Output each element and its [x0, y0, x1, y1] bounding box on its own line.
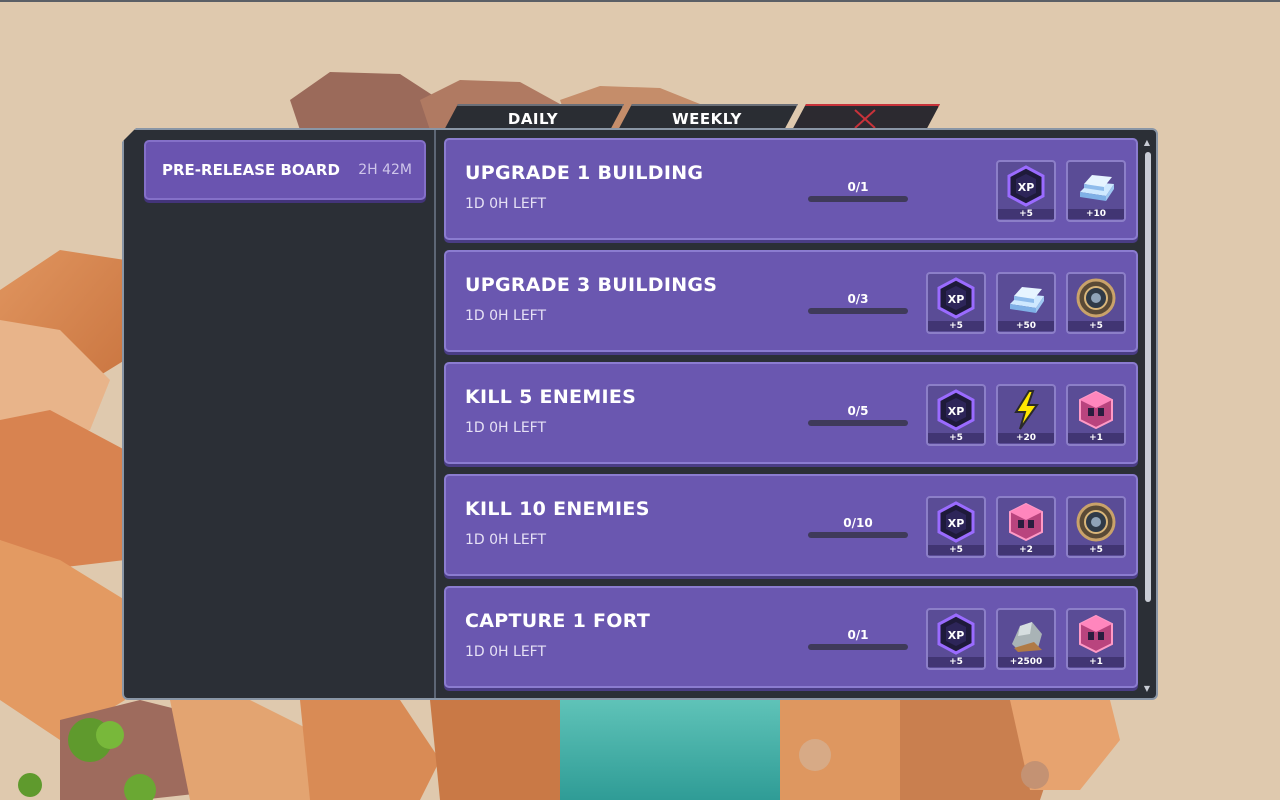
reward-amount: +2 [998, 545, 1054, 555]
reward-item[interactable]: XP +5 [926, 384, 986, 446]
quest-rewards: XP +5 +50 +5 [926, 272, 1126, 334]
reward-item[interactable]: +10 [1066, 160, 1126, 222]
reward-item[interactable]: +1 [1066, 384, 1126, 446]
scroll-down-icon[interactable]: ▼ [1142, 684, 1152, 694]
reward-item[interactable]: +5 [1066, 272, 1126, 334]
quest-rewards: XP +5 +10 [996, 160, 1126, 222]
svg-text:XP: XP [948, 517, 965, 530]
reward-amount: +50 [998, 321, 1054, 331]
board-time-left: 2H 42M [358, 162, 412, 178]
board-item-pre-release[interactable]: PRE-RELEASE BOARD 2H 42M [144, 140, 426, 200]
reward-item[interactable]: +50 [996, 272, 1056, 334]
reward-item[interactable]: XP +5 [926, 608, 986, 670]
reward-amount: +5 [1068, 545, 1124, 555]
reward-item[interactable]: XP +5 [996, 160, 1056, 222]
reward-item[interactable]: XP +5 [926, 496, 986, 558]
quest-window: PRE-RELEASE BOARD 2H 42M UPGRADE 1 BUILD… [122, 128, 1158, 700]
scrollbar[interactable]: ▲ ▼ [1142, 138, 1152, 694]
quest-rewards: XP +5 +2500 +1 [926, 608, 1126, 670]
quest-progress-label: 0/1 [847, 180, 869, 194]
quest-progress-bar [808, 532, 908, 538]
quest-progress-bar [808, 420, 908, 426]
quest-title: UPGRADE 3 BUILDINGS [465, 274, 718, 296]
quest-title: CAPTURE 1 FORT [465, 610, 651, 632]
svg-text:XP: XP [1018, 181, 1035, 194]
reward-amount: +20 [998, 433, 1054, 443]
reward-item[interactable]: XP +5 [926, 272, 986, 334]
svg-text:XP: XP [948, 293, 965, 306]
close-icon [852, 107, 878, 131]
reward-amount: +5 [928, 657, 984, 667]
quest-title: KILL 5 ENEMIES [465, 386, 637, 408]
quest-progress-label: 0/1 [847, 628, 869, 642]
reward-amount: +5 [998, 209, 1054, 219]
quest-time-left: 1D 0H LEFT [465, 420, 547, 436]
quest-rewards: XP +5 +2 +5 [926, 496, 1126, 558]
reward-amount: +1 [1068, 433, 1124, 443]
quest-card[interactable]: UPGRADE 1 BUILDING 1D 0H LEFT 0/1 XP +5 +10 [444, 138, 1138, 240]
board-name: PRE-RELEASE BOARD [162, 161, 340, 179]
quest-progress-label: 0/5 [847, 404, 869, 418]
quest-card[interactable]: UPGRADE 3 BUILDINGS 1D 0H LEFT 0/3 XP +5 +50 +… [444, 250, 1138, 352]
quest-time-left: 1D 0H LEFT [465, 308, 547, 324]
quest-progress-label: 0/10 [843, 516, 873, 530]
quest-card[interactable]: KILL 10 ENEMIES 1D 0H LEFT 0/10 XP +5 +2 +5 [444, 474, 1138, 576]
scroll-thumb[interactable] [1145, 152, 1151, 602]
quest-card[interactable]: CAPTURE 1 FORT 1D 0H LEFT 0/1 XP +5 +2500 +1 [444, 586, 1138, 688]
quest-time-left: 1D 0H LEFT [465, 644, 547, 660]
quest-title: UPGRADE 1 BUILDING [465, 162, 704, 184]
quest-progress-bar [808, 308, 908, 314]
quest-progress-bar [808, 196, 908, 202]
reward-item[interactable]: +2500 [996, 608, 1056, 670]
reward-item[interactable]: +20 [996, 384, 1056, 446]
reward-amount: +1 [1068, 657, 1124, 667]
reward-amount: +5 [928, 321, 984, 331]
reward-item[interactable]: +2 [996, 496, 1056, 558]
svg-text:XP: XP [948, 405, 965, 418]
reward-item[interactable]: +5 [1066, 496, 1126, 558]
svg-text:XP: XP [948, 629, 965, 642]
reward-amount: +5 [928, 433, 984, 443]
quest-time-left: 1D 0H LEFT [465, 196, 547, 212]
reward-amount: +5 [1068, 321, 1124, 331]
reward-amount: +2500 [998, 657, 1054, 667]
reward-amount: +10 [1068, 209, 1124, 219]
reward-item[interactable]: +1 [1066, 608, 1126, 670]
quest-card[interactable]: KILL 5 ENEMIES 1D 0H LEFT 0/5 XP +5 +20 +1 [444, 362, 1138, 464]
quest-list: UPGRADE 1 BUILDING 1D 0H LEFT 0/1 XP +5 +10 UP… [444, 138, 1140, 694]
quest-progress-bar [808, 644, 908, 650]
scroll-up-icon[interactable]: ▲ [1142, 138, 1152, 148]
board-list: PRE-RELEASE BOARD 2H 42M [124, 130, 436, 698]
reward-amount: +5 [928, 545, 984, 555]
quest-title: KILL 10 ENEMIES [465, 498, 650, 520]
quest-time-left: 1D 0H LEFT [465, 532, 547, 548]
quest-progress-label: 0/3 [847, 292, 869, 306]
quest-rewards: XP +5 +20 +1 [926, 384, 1126, 446]
